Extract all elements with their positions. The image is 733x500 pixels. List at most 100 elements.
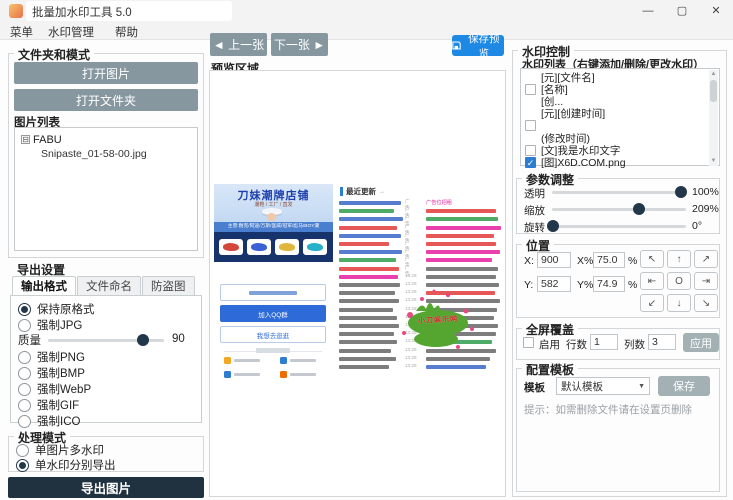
shop-subtitle: 潮鞋 / 工厂 / 直发 — [214, 201, 333, 208]
format-opt-radio-0[interactable] — [18, 303, 31, 316]
format-opt-b-radio-4[interactable] — [18, 415, 31, 428]
process-opt-label-0: 单图片多水印 — [35, 442, 104, 458]
link-left — [339, 324, 399, 328]
scrollbar-thumb[interactable] — [710, 80, 717, 102]
close-button[interactable]: ✕ — [699, 0, 733, 22]
save-template-button[interactable]: 保存 — [658, 376, 710, 396]
template-select[interactable]: 默认模板 ▼ — [556, 377, 650, 395]
watermark-checkbox-1[interactable] — [525, 84, 536, 95]
link-right — [426, 234, 494, 238]
qq-link-3 — [280, 371, 316, 378]
format-opt-b-2[interactable]: 强制WebP — [18, 382, 91, 396]
watermark-overlay[interactable]: 小刀娱乐网 — [396, 289, 480, 353]
tree-expander-icon[interactable]: ⊟ — [21, 135, 30, 144]
format-opt-b-1[interactable]: 强制BMP — [18, 366, 85, 380]
menu-item-menu[interactable]: 菜单 — [10, 24, 33, 40]
watermark-list-scrollbar[interactable]: ▲ ▼ — [709, 70, 718, 166]
format-opt-1[interactable]: 强制JPG — [18, 318, 82, 332]
format-opt-b-radio-2[interactable] — [18, 383, 31, 396]
tree-file-item[interactable]: Snipaste_01-58-00.jpg — [41, 148, 147, 160]
open-image-button[interactable]: 打开图片 — [14, 62, 198, 84]
align-btn-0[interactable]: ↖ — [640, 250, 664, 268]
slider-1[interactable] — [552, 208, 686, 211]
process-opt-1[interactable]: 单水印分别导出 — [16, 458, 116, 472]
format-opt-b-radio-1[interactable] — [18, 367, 31, 380]
process-opt-radio-0[interactable] — [16, 444, 29, 457]
format-opt-0[interactable]: 保持原格式 — [18, 302, 95, 316]
link-left — [339, 275, 398, 279]
scroll-up-icon[interactable]: ▲ — [709, 70, 718, 79]
watermark-item-3[interactable]: [元][创建时间] — [541, 108, 605, 120]
slider-thumb-0[interactable] — [675, 186, 687, 198]
scroll-down-icon[interactable]: ▼ — [709, 157, 718, 166]
slider-0[interactable] — [552, 191, 686, 194]
cols-input[interactable] — [648, 334, 676, 350]
save-preview-button[interactable]: 保存预览 — [452, 35, 504, 56]
watermark-list[interactable]: ▲ ▼ [元][文件名][名称][创...[元][创建时间](修改时间)[文]我… — [520, 68, 720, 166]
prev-image-button[interactable]: ◄ 上一张 — [210, 33, 267, 56]
align-btn-6[interactable]: ↙ — [640, 294, 664, 312]
watermark-checkbox-7[interactable]: ✓ — [525, 157, 536, 168]
link-right — [426, 357, 490, 361]
format-opt-radio-1[interactable] — [18, 319, 31, 332]
watermark-checkbox-6[interactable] — [525, 145, 536, 156]
apply-button[interactable]: 应用 — [683, 333, 719, 352]
format-opt-b-radio-0[interactable] — [18, 351, 31, 364]
align-btn-1[interactable]: ↑ — [667, 250, 691, 268]
x-percent-input[interactable] — [593, 252, 625, 268]
format-opt-b-label-2: 强制WebP — [37, 381, 91, 397]
app-window: 批量加水印工具 5.0 — ▢ ✕ 菜单 水印管理 帮助 文件夹和模式 打开图片… — [0, 0, 733, 500]
format-opt-b-label-1: 强制BMP — [37, 365, 85, 381]
watermark-item-7[interactable]: ✓[图]X6D.COM.png — [525, 156, 626, 168]
rows-input[interactable] — [590, 334, 618, 350]
process-opt-0[interactable]: 单图片多水印 — [16, 443, 104, 457]
menu-bar: 菜单 水印管理 帮助 — [0, 22, 733, 40]
link-right — [426, 242, 496, 246]
tree-folder-fabu[interactable]: ⊟FABU — [21, 134, 62, 146]
link-right — [426, 283, 499, 287]
slider-2[interactable] — [552, 225, 686, 228]
quality-slider-thumb[interactable] — [137, 334, 149, 346]
format-opt-b-3[interactable]: 强制GIF — [18, 398, 79, 412]
menu-item-help[interactable]: 帮助 — [115, 24, 138, 40]
menu-item-watermark-manage[interactable]: 水印管理 — [48, 24, 94, 40]
link-left — [339, 349, 391, 353]
align-btn-7[interactable]: ↓ — [667, 294, 691, 312]
image-list[interactable]: ⊟FABU Snipaste_01-58-00.jpg — [14, 127, 198, 251]
tab-2[interactable]: 防盗图 — [142, 276, 195, 296]
process-opt-radio-1[interactable] — [16, 459, 29, 472]
next-image-button[interactable]: 下一张 ► — [271, 33, 328, 56]
qq-link-1 — [280, 357, 316, 364]
tab-0[interactable]: 输出格式 — [12, 276, 76, 296]
export-images-button[interactable]: 导出图片 — [8, 477, 204, 498]
link-left — [339, 299, 399, 303]
format-opt-b-radio-3[interactable] — [18, 399, 31, 412]
link-tag: 13:28 — [405, 363, 417, 368]
quality-slider[interactable] — [48, 339, 164, 342]
slider-value-1: 209% — [692, 203, 719, 215]
format-opt-b-0[interactable]: 强制PNG — [18, 350, 85, 364]
y-input[interactable] — [537, 276, 571, 292]
slider-thumb-1[interactable] — [633, 203, 645, 215]
tab-1[interactable]: 文件命名 — [77, 276, 141, 296]
open-folder-button[interactable]: 打开文件夹 — [14, 89, 198, 111]
watermark-checkbox-4[interactable] — [525, 120, 536, 131]
link-left — [339, 267, 399, 271]
maximize-button[interactable]: ▢ — [665, 0, 699, 22]
align-btn-4[interactable]: O — [667, 272, 691, 290]
enable-label: 启用 — [539, 337, 560, 352]
align-btn-5[interactable]: ⇥ — [694, 272, 718, 290]
align-btn-8[interactable]: ↘ — [694, 294, 718, 312]
fullscreen-enable-checkbox[interactable] — [523, 337, 534, 348]
format-opt-b-4[interactable]: 强制ICO — [18, 414, 80, 428]
qq-icon — [224, 357, 231, 364]
link-right — [426, 365, 486, 369]
watermark-item-4[interactable] — [525, 120, 541, 132]
minimize-button[interactable]: — — [631, 0, 665, 22]
y-percent-input[interactable] — [593, 276, 625, 292]
x-input[interactable] — [537, 252, 571, 268]
align-btn-3[interactable]: ⇤ — [640, 272, 664, 290]
align-btn-2[interactable]: ↗ — [694, 250, 718, 268]
y-percent-label: Y% — [577, 279, 593, 291]
link-left — [339, 340, 397, 344]
